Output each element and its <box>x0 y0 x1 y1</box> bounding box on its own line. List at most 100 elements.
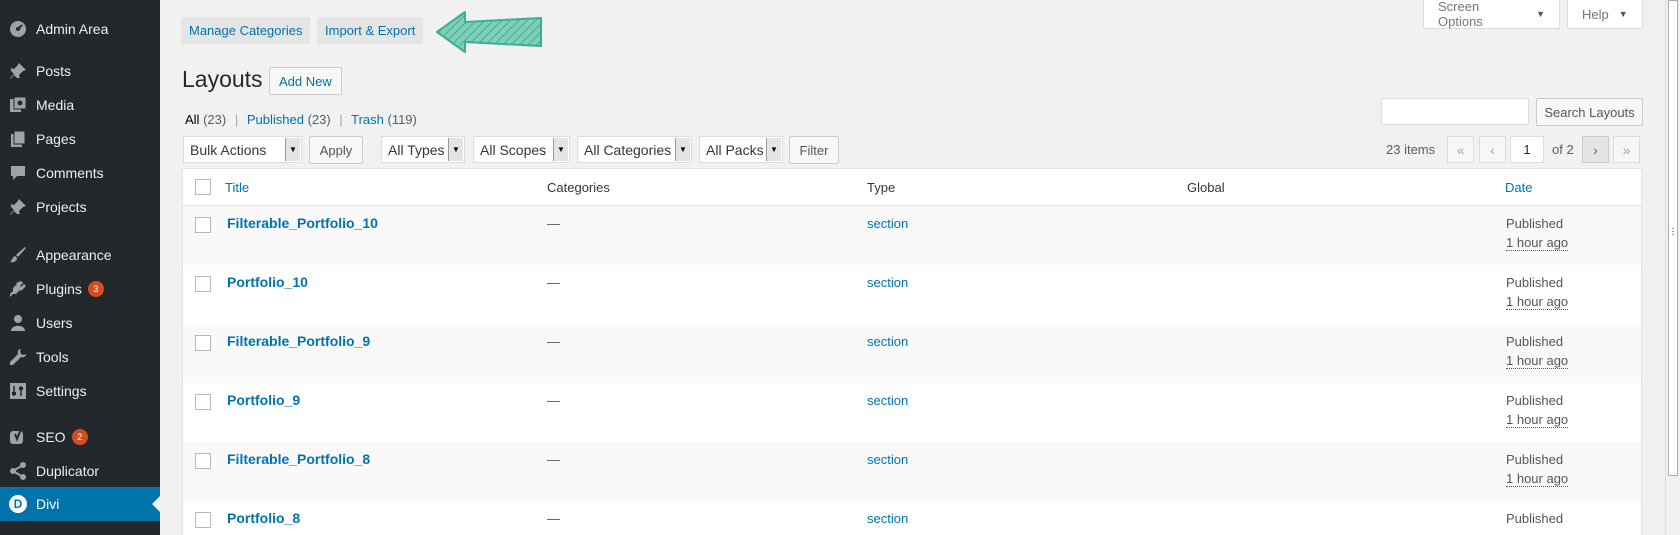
layout-title-link[interactable]: Filterable_Portfolio_9 <box>227 333 370 349</box>
view-separator: | <box>234 112 239 127</box>
scrollbar-thumb[interactable]: --- <box>1668 0 1678 476</box>
row-checkbox[interactable] <box>195 276 211 292</box>
sidebar-item-label: Media <box>36 97 75 113</box>
add-new-button[interactable]: Add New <box>269 67 342 95</box>
layout-title-link[interactable]: Portfolio_8 <box>227 510 300 526</box>
screen-options-label: Screen Options <box>1438 0 1483 29</box>
sidebar-item-settings[interactable]: Settings <box>0 374 160 408</box>
scope-filter-select[interactable]: All Scopes ▼ <box>473 136 570 163</box>
categories-cell: — <box>547 393 560 408</box>
apply-button[interactable]: Apply <box>309 136 363 164</box>
sidebar-item-users[interactable]: Users <box>0 306 160 340</box>
help-label: Help <box>1582 6 1609 22</box>
yoast-icon <box>8 427 28 447</box>
sidebar-item-label: Users <box>36 315 73 331</box>
row-checkbox[interactable] <box>195 512 211 528</box>
sidebar-item-label: Plugins <box>36 281 82 297</box>
date-status: Published <box>1506 511 1564 526</box>
column-title-header[interactable]: Title <box>225 180 249 195</box>
sidebar-item-label: Duplicator <box>36 463 100 479</box>
column-global-header: Global <box>1187 180 1225 195</box>
sidebar-item-label: Projects <box>36 199 87 215</box>
caret-down-icon: ▼ <box>1618 9 1628 19</box>
table-row: Portfolio_8 — section Published <box>183 501 1641 535</box>
view-separator: | <box>339 112 343 127</box>
sidebar-item-media[interactable]: Media <box>0 88 160 122</box>
help-button[interactable]: Help ▼ <box>1567 0 1643 29</box>
table-header: Title Categories Type Global Date <box>183 169 1641 206</box>
type-link[interactable]: section <box>867 452 908 467</box>
prev-page-button: ‹ <box>1479 136 1506 163</box>
scroll-grip-icon: --- <box>1671 223 1675 239</box>
scope-filter-value: All Scopes <box>480 141 547 158</box>
view-published-link[interactable]: Published <box>247 112 304 127</box>
date-time: 1 hour ago <box>1506 353 1569 369</box>
caret-down-icon: ▼ <box>1536 9 1545 19</box>
date-status: Published <box>1506 393 1564 408</box>
type-link[interactable]: section <box>867 334 908 349</box>
table-row: Filterable_Portfolio_8 — section Publish… <box>183 442 1641 501</box>
row-checkbox[interactable] <box>195 394 211 410</box>
sidebar-item-tools[interactable]: Tools <box>0 340 160 374</box>
pin-icon <box>8 197 28 217</box>
pin-icon <box>8 61 28 81</box>
divi-logo-icon: D <box>8 494 28 514</box>
layout-title-link[interactable]: Portfolio_10 <box>227 274 308 290</box>
media-icon <box>8 95 28 115</box>
settings-icon <box>8 381 28 401</box>
bulk-actions-select[interactable]: Bulk Actions ▼ <box>183 136 302 163</box>
total-pages: of 2 <box>1552 142 1574 157</box>
user-icon <box>8 313 28 333</box>
first-page-button: « <box>1447 136 1474 163</box>
type-filter-select[interactable]: All Types ▼ <box>381 136 465 163</box>
sidebar-item-divi[interactable]: D Divi <box>0 487 160 521</box>
view-all-link[interactable]: All <box>185 112 199 127</box>
sidebar-item-projects[interactable]: Projects <box>0 190 160 224</box>
table-row: Portfolio_9 — section Published 1 hour a… <box>183 383 1641 442</box>
sidebar-item-posts[interactable]: Posts <box>0 54 160 88</box>
type-link[interactable]: section <box>867 275 908 290</box>
sidebar-item-label: Appearance <box>36 247 112 263</box>
layout-title-link[interactable]: Portfolio_9 <box>227 392 300 408</box>
import-export-tab[interactable]: Import & Export <box>317 17 424 44</box>
sidebar-item-comments[interactable]: Comments <box>0 156 160 190</box>
category-filter-value: All Categories <box>584 141 672 158</box>
sidebar-item-duplicator[interactable]: Duplicator <box>0 454 160 488</box>
dropdown-arrow-icon: ▼ <box>675 138 690 161</box>
sidebar-item-label: Tools <box>36 349 69 365</box>
pack-filter-select[interactable]: All Packs ▼ <box>699 136 783 163</box>
next-page-button[interactable]: › <box>1582 136 1609 163</box>
type-link[interactable]: section <box>867 511 908 526</box>
table-row: Filterable_Portfolio_10 — section Publis… <box>183 206 1641 265</box>
type-filter-value: All Types <box>388 141 445 158</box>
last-page-button: » <box>1613 136 1640 163</box>
current-page-input[interactable]: 1 <box>1510 136 1544 163</box>
type-link[interactable]: section <box>867 216 908 231</box>
sidebar-item-appearance[interactable]: Appearance <box>0 238 160 272</box>
type-link[interactable]: section <box>867 393 908 408</box>
category-filter-select[interactable]: All Categories ▼ <box>577 136 692 163</box>
sidebar-item-seo[interactable]: SEO 2 <box>0 420 160 454</box>
date-status: Published <box>1506 275 1564 290</box>
sidebar-item-plugins[interactable]: Plugins 3 <box>0 272 160 306</box>
wrench-icon <box>8 347 28 367</box>
filter-button[interactable]: Filter <box>789 136 839 164</box>
date-time: 1 hour ago <box>1506 471 1569 487</box>
manage-categories-tab[interactable]: Manage Categories <box>181 17 311 44</box>
sidebar-item-admin-area[interactable]: Admin Area <box>0 12 160 46</box>
dropdown-arrow-icon: ▼ <box>766 138 781 161</box>
search-input[interactable] <box>1381 98 1529 125</box>
vertical-scrollbar[interactable]: --- <box>1665 0 1680 535</box>
row-checkbox[interactable] <box>195 217 211 233</box>
view-trash-link[interactable]: Trash <box>351 112 384 127</box>
layout-title-link[interactable]: Filterable_Portfolio_10 <box>227 215 378 231</box>
sidebar-item-pages[interactable]: Pages <box>0 122 160 156</box>
layout-title-link[interactable]: Filterable_Portfolio_8 <box>227 451 370 467</box>
sidebar-item-label: Admin Area <box>36 21 109 37</box>
row-checkbox[interactable] <box>195 453 211 469</box>
select-all-checkbox[interactable] <box>195 179 211 195</box>
screen-options-button[interactable]: Screen Options ▼ <box>1423 0 1560 29</box>
search-layouts-button[interactable]: Search Layouts <box>1536 98 1643 126</box>
column-date-header[interactable]: Date <box>1505 180 1532 195</box>
row-checkbox[interactable] <box>195 335 211 351</box>
